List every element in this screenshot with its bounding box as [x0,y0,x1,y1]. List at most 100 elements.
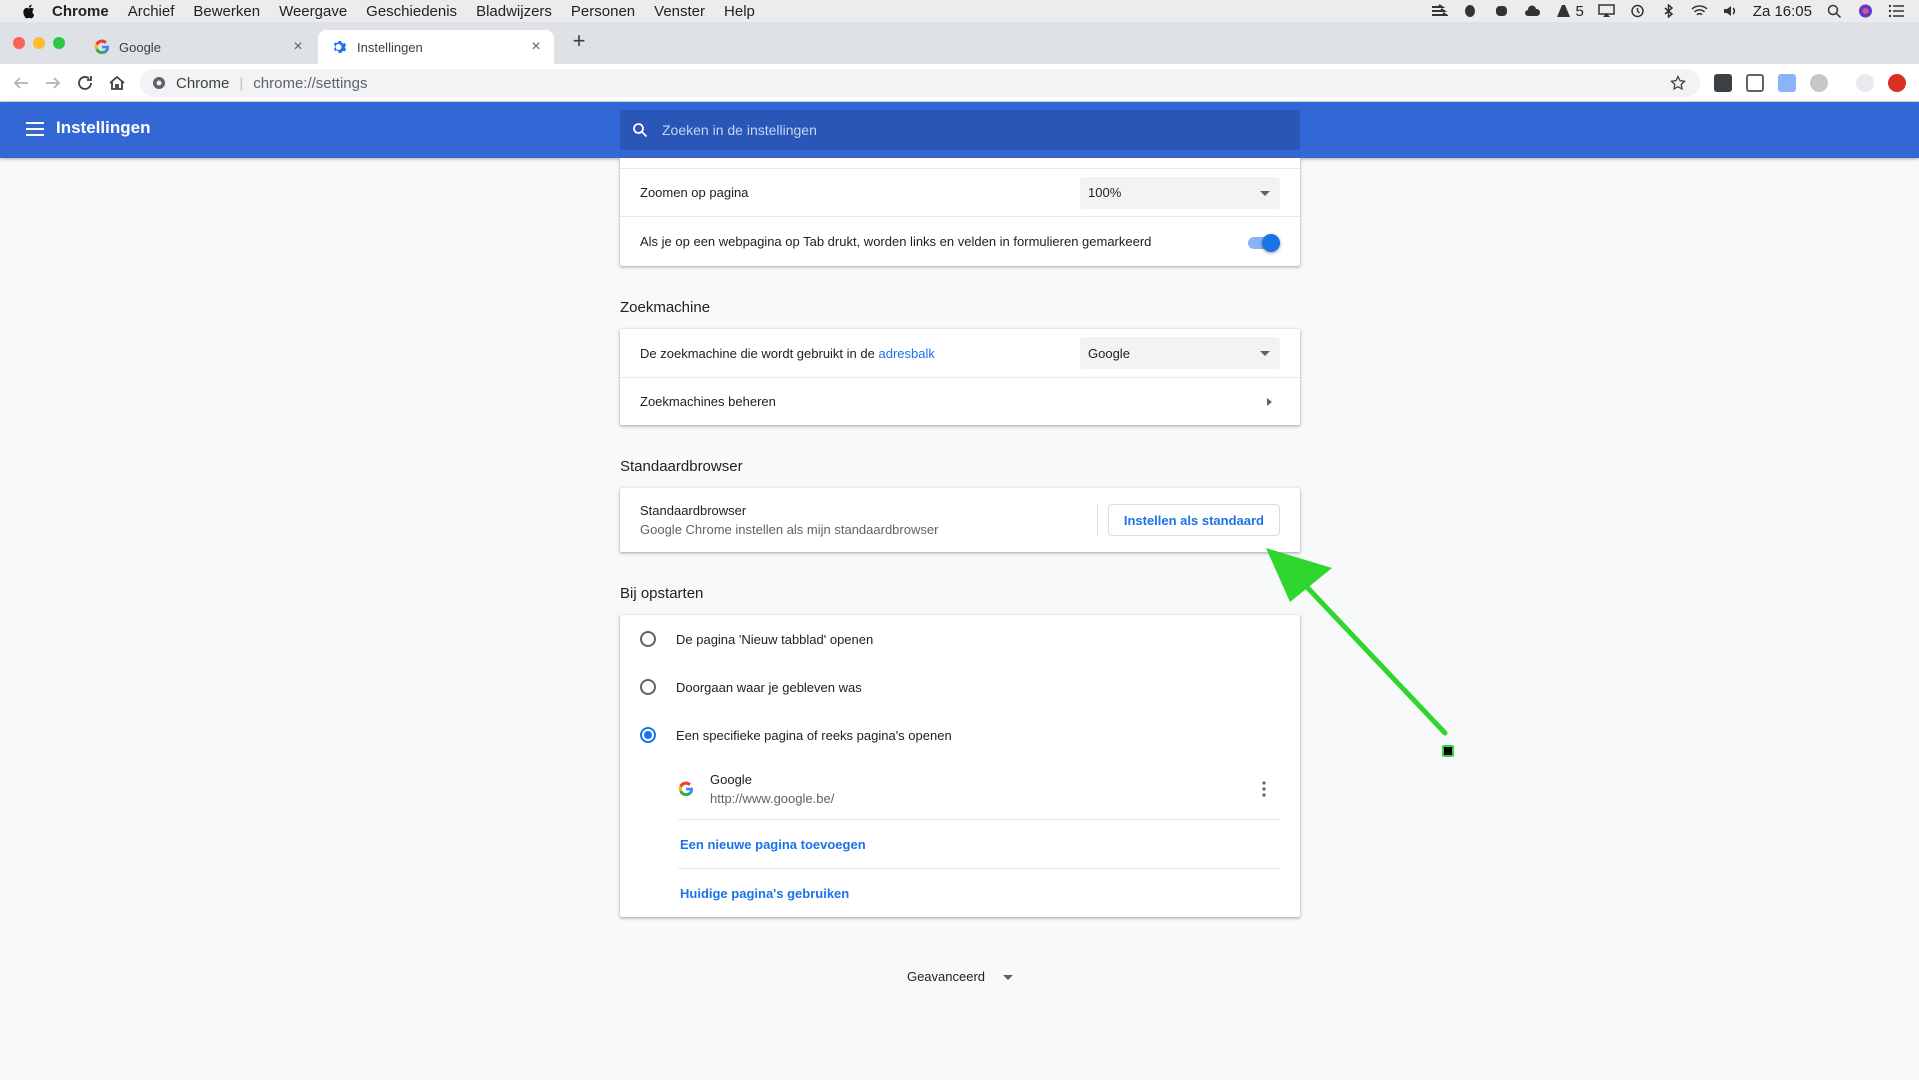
settings-search[interactable] [620,110,1300,150]
hamburger-menu-icon[interactable] [26,121,44,137]
minimize-window-button[interactable] [33,37,45,49]
default-browser-row: Standaardbrowser Google Chrome instellen… [620,488,1300,552]
status-tray: 5 Za 16:05 [1431,0,1905,22]
search-engine-label-prefix: De zoekmachine die wordt gebruikt in de [640,345,875,361]
address-scheme: Chrome [176,74,230,92]
set-as-default-button[interactable]: Instellen als standaard [1107,504,1280,536]
tab-settings[interactable]: Instellingen × [318,30,554,64]
chevron-down-icon [1260,351,1270,356]
forward-button[interactable] [42,72,64,94]
notification-center-icon[interactable] [1888,4,1905,18]
screenshot-extension-icon[interactable] [1778,74,1796,92]
chrome-page-icon [153,77,165,89]
bluetooth-icon[interactable] [1660,4,1677,18]
maximize-window-button[interactable] [53,37,65,49]
tab-highlight-toggle[interactable] [1248,233,1280,252]
menu-archief[interactable]: Archief [128,3,175,20]
search-engine-value: Google [1088,345,1130,361]
tab-title: Google [119,39,161,55]
bookmark-star-icon[interactable] [1670,75,1686,91]
zoom-label: Zoomen op pagina [640,185,749,200]
back-button[interactable] [10,72,32,94]
close-tab-icon[interactable]: × [290,39,306,55]
close-tab-icon[interactable]: × [528,39,544,55]
clock[interactable]: Za 16:05 [1753,3,1812,20]
default-search-engine-row: De zoekmachine die wordt gebruikt in de … [620,329,1300,377]
reload-button[interactable] [74,72,96,94]
gear-icon [333,41,347,53]
advanced-label: Geavanceerd [906,969,986,984]
radio-button[interactable] [640,631,656,647]
chevron-right-icon [1267,397,1272,406]
gmail-extension-icon[interactable] [1714,74,1732,92]
menu-geschiedenis[interactable]: Geschiedenis [366,3,457,20]
menu-venster[interactable]: Venster [654,3,705,20]
advanced-toggle[interactable]: Geavanceerd [620,969,1300,984]
browser-toolbar: Chrome | chrome://settings [0,64,1919,102]
startup-option-specific-pages[interactable]: Een specifieke pagina of reeks pagina's … [620,711,1300,759]
tab-title: Instellingen [357,39,423,55]
default-browser-text: Standaardbrowser Google Chrome instellen… [640,503,938,537]
volume-icon[interactable] [1722,4,1739,18]
startup-option-label: Doorgaan waar je gebleven was [676,679,862,695]
add-page-row: Een nieuwe pagina toevoegen [620,820,1300,868]
arrows-tray-icon[interactable] [1431,4,1449,18]
startup-card: De pagina 'Nieuw tabblad' openen Doorgaa… [620,615,1300,917]
siri-icon[interactable] [1857,4,1874,18]
chevron-down-icon [1003,975,1014,981]
menu-bewerken[interactable]: Bewerken [193,3,260,20]
settings-header: Instellingen [0,102,1919,158]
chevron-down-icon [1260,190,1270,196]
startup-option-continue[interactable]: Doorgaan waar je gebleven was [620,663,1300,711]
home-button[interactable] [106,72,128,94]
tab-google[interactable]: Google × [80,30,316,64]
close-window-button[interactable] [13,37,25,49]
section-title-default-browser: Standaardbrowser [620,458,743,475]
use-current-pages-link[interactable]: Huidige pagina's gebruiken [680,886,849,901]
card-top-spacer [620,158,1300,168]
address-bar-link[interactable]: adresbalk [878,346,934,361]
manage-search-engines-row[interactable]: Zoekmachines beheren [620,377,1300,425]
vertical-divider [1097,504,1098,536]
search-engine-select[interactable]: Google [1080,337,1280,369]
manage-search-engines-label: Zoekmachines beheren [640,394,776,409]
more-vert-icon[interactable] [1262,781,1266,797]
tab-strip: Google × Instellingen × + [0,22,1919,64]
search-engine-card: De zoekmachine die wordt gebruikt in de … [620,329,1300,425]
search-engine-label: De zoekmachine die wordt gebruikt in de … [640,346,935,361]
radio-button-checked[interactable] [640,727,656,743]
evernote-icon[interactable] [1462,4,1479,18]
google-favicon-icon [678,781,693,797]
menu-personen[interactable]: Personen [571,3,635,20]
menu-help[interactable]: Help [724,3,755,20]
search-icon [633,123,648,138]
update-badge-icon[interactable] [1888,74,1906,92]
default-browser-row-title: Standaardbrowser [640,503,747,518]
startup-option-label: De pagina 'Nieuw tabblad' openen [676,631,874,647]
radio-button[interactable] [640,679,656,695]
wifi-icon[interactable] [1691,4,1708,18]
elephant-icon[interactable] [1493,4,1510,18]
apple-logo-icon[interactable] [20,2,38,20]
time-machine-icon[interactable] [1629,4,1646,18]
startup-page-name: Google [710,772,752,787]
search-input[interactable] [662,122,1262,138]
new-tab-button[interactable]: + [568,30,590,53]
drive-extension-icon[interactable] [1810,74,1828,92]
cloud-icon[interactable] [1524,4,1541,18]
airplay-icon[interactable] [1598,4,1615,18]
address-bar[interactable]: Chrome | chrome://settings [140,69,1700,97]
section-title-startup: Bij opstarten [620,585,704,602]
menu-bladwijzers[interactable]: Bladwijzers [476,3,552,20]
profile-avatar[interactable] [1856,74,1874,92]
default-browser-row-subtitle: Google Chrome instellen als mijn standaa… [640,522,939,537]
menu-chrome[interactable]: Chrome [52,3,109,20]
calendar-extension-icon[interactable] [1746,74,1764,92]
menu-weergave[interactable]: Weergave [279,3,347,20]
zoom-select[interactable]: 100% [1080,176,1280,209]
spotlight-search-icon[interactable] [1826,4,1843,18]
use-current-pages-row: Huidige pagina's gebruiken [620,869,1300,917]
startup-option-new-tab[interactable]: De pagina 'Nieuw tabblad' openen [620,615,1300,663]
add-new-page-link[interactable]: Een nieuwe pagina toevoegen [680,837,866,852]
adobe-count[interactable]: 5 [1555,3,1584,20]
